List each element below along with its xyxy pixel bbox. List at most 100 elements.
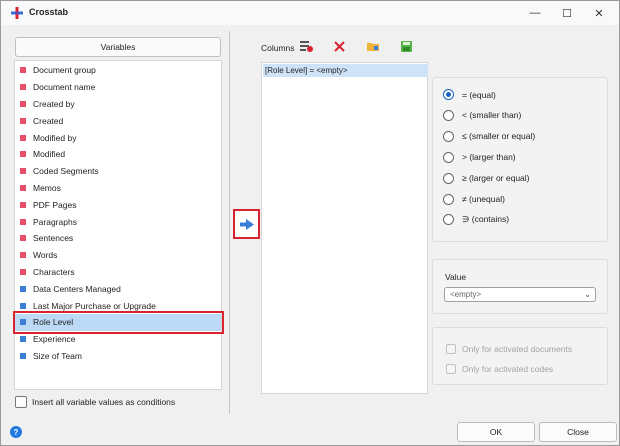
open-button[interactable] (366, 39, 380, 53)
activated-codes-checkbox[interactable] (446, 364, 456, 374)
columns-label: Columns (261, 43, 295, 53)
window-title: Crosstab (29, 7, 69, 17)
variable-type-icon (20, 235, 26, 242)
variable-item[interactable]: Created by (15, 96, 221, 113)
close-icon: ✕ (594, 7, 604, 20)
minimize-button[interactable]: — (523, 3, 547, 23)
variable-type-icon (20, 268, 26, 275)
variable-type-icon (20, 336, 26, 343)
variables-button[interactable]: Variables (15, 37, 221, 57)
variable-type-icon (20, 184, 26, 191)
variable-label: Document name (33, 82, 96, 93)
folder-open-icon (366, 42, 379, 51)
radio-button-icon[interactable] (443, 89, 454, 100)
variable-label: Document group (33, 65, 96, 76)
delete-icon (333, 40, 345, 52)
variable-type-icon (20, 218, 26, 225)
radio-button-icon[interactable] (443, 109, 454, 121)
operator-radio[interactable]: ≠ (unequal) (443, 193, 505, 205)
operator-label: ≤ (smaller or equal) (462, 131, 536, 142)
activated-codes-option[interactable]: Only for activated codes (446, 364, 553, 374)
variable-type-icon (20, 252, 26, 259)
variable-item[interactable]: Document group (15, 62, 221, 79)
add-condition-button[interactable] (233, 209, 260, 239)
maximize-icon: ☐ (562, 7, 572, 20)
variable-item[interactable]: Data Centers Managed (15, 280, 221, 297)
operator-radio[interactable]: ∋ (contains) (443, 214, 510, 226)
variable-label: Modified by (33, 132, 77, 143)
selected-variable-highlight (13, 311, 224, 334)
variable-item[interactable]: Size of Team (15, 348, 221, 365)
crosstab-app-icon (11, 7, 23, 19)
operator-label: = (equal) (462, 89, 496, 100)
variable-label: Created by (33, 98, 75, 109)
help-icon[interactable]: ? (10, 426, 22, 438)
operator-label: ∋ (contains) (462, 214, 510, 225)
variable-type-icon (20, 84, 26, 91)
insert-all-label: Insert all variable values as conditions (32, 397, 176, 407)
value-select-text: <empty> (450, 290, 482, 299)
insert-all-checkbox-row[interactable]: Insert all variable values as conditions (15, 396, 175, 408)
variable-item[interactable]: Paragraphs (15, 213, 221, 230)
radio-button-icon[interactable] (443, 193, 454, 205)
maximize-button[interactable]: ☐ (555, 3, 579, 23)
variable-label: Size of Team (33, 350, 82, 361)
delete-button[interactable] (332, 39, 346, 53)
activated-documents-checkbox[interactable] (446, 344, 456, 354)
ok-button[interactable]: OK (457, 422, 535, 442)
condition-row[interactable]: [Role Level] = <empty> (263, 64, 428, 77)
chevron-down-icon: ⌄ (584, 290, 591, 299)
operator-label: ≥ (larger or equal) (462, 173, 530, 184)
variable-label: Modified (33, 149, 66, 160)
variable-label: Coded Segments (33, 166, 99, 177)
variable-type-icon (20, 201, 26, 208)
activated-documents-option[interactable]: Only for activated documents (446, 344, 572, 354)
variable-type-icon (20, 168, 26, 175)
radio-button-icon[interactable] (443, 214, 454, 226)
variable-item[interactable]: Document name (15, 79, 221, 96)
splitter[interactable] (229, 31, 230, 414)
operator-radio[interactable]: ≤ (smaller or equal) (443, 130, 536, 142)
variable-item[interactable]: Modified (15, 146, 221, 163)
save-icon (400, 40, 412, 52)
radio-button-icon[interactable] (443, 151, 454, 163)
variable-label: Sentences (33, 233, 74, 244)
conditions-list: [Role Level] = <empty> (261, 62, 428, 394)
variable-item[interactable]: Modified by (15, 129, 221, 146)
title-bar: Crosstab — ☐ ✕ (1, 1, 619, 25)
value-label: Value (445, 272, 467, 282)
value-select[interactable]: <empty> ⌄ (444, 287, 596, 302)
variable-type-icon (20, 151, 26, 158)
variable-item[interactable]: PDF Pages (15, 196, 221, 213)
add-columns-icon (299, 41, 313, 52)
operator-radio[interactable]: < (smaller than) (443, 109, 522, 121)
insert-all-checkbox[interactable] (15, 396, 27, 408)
operator-radio[interactable]: ≥ (larger or equal) (443, 172, 530, 184)
operator-radio[interactable]: = (equal) (443, 89, 496, 100)
variable-label: Data Centers Managed (33, 283, 121, 294)
radio-button-icon[interactable] (443, 130, 454, 142)
close-button[interactable]: Close (539, 422, 617, 442)
variable-label: Last Major Purchase or Upgrade (33, 300, 156, 311)
variable-item[interactable]: Coded Segments (15, 163, 221, 180)
variable-label: Memos (33, 182, 61, 193)
add-columns-button[interactable] (299, 39, 313, 53)
operator-label: > (larger than) (462, 152, 516, 163)
operator-label: ≠ (unequal) (462, 194, 505, 204)
variable-label: Experience (33, 334, 76, 345)
variable-item[interactable]: Sentences (15, 230, 221, 247)
save-button[interactable] (399, 39, 413, 53)
variable-item[interactable]: Characters (15, 264, 221, 281)
variable-label: Paragraphs (33, 216, 77, 227)
variable-item[interactable]: Words (15, 247, 221, 264)
variable-item[interactable]: Created (15, 112, 221, 129)
operator-label: < (smaller than) (462, 110, 522, 121)
close-window-button[interactable]: ✕ (587, 3, 611, 23)
operator-radio[interactable]: > (larger than) (443, 151, 516, 163)
activated-documents-label: Only for activated documents (462, 344, 573, 354)
radio-button-icon[interactable] (443, 172, 454, 184)
variable-label: Characters (33, 266, 75, 277)
crosstab-dialog: Crosstab — ☐ ✕ Variables Document group D… (0, 0, 620, 446)
variable-label: Words (33, 250, 58, 261)
variable-item[interactable]: Memos (15, 180, 221, 197)
